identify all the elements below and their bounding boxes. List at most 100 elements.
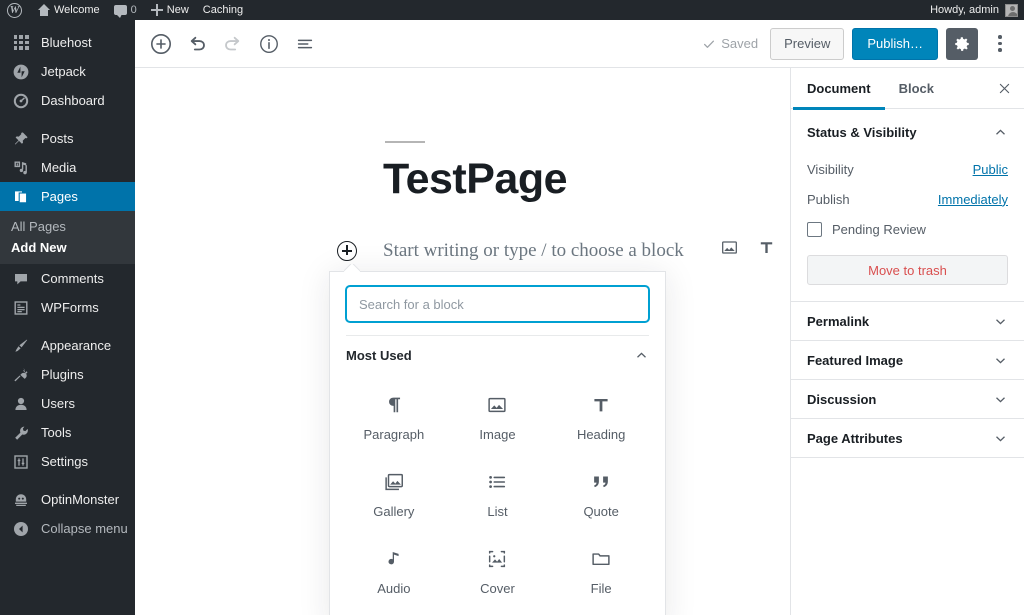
block-item-image[interactable]: Image (446, 379, 550, 454)
pending-review-checkbox[interactable] (807, 222, 822, 237)
sidebar-item-tools[interactable]: Tools (0, 418, 135, 447)
block-inserter-toggle[interactable] (337, 241, 357, 261)
sidebar-item-optinmonster[interactable]: OptinMonster (0, 485, 135, 514)
undo-button[interactable] (179, 26, 215, 62)
block-item-paragraph[interactable]: Paragraph (342, 379, 446, 454)
content-info-button[interactable] (251, 26, 287, 62)
paragraph-pilcrow-icon (383, 391, 405, 419)
sidebar-item-plugins[interactable]: Plugins (0, 360, 135, 389)
close-sidebar-button[interactable] (986, 70, 1022, 106)
block-item-cover[interactable]: Cover (446, 533, 550, 608)
kebab-dot (998, 41, 1002, 46)
sidebar-tabs: Document Block (791, 68, 1024, 110)
user-avatar-icon (1005, 3, 1018, 17)
block-item-file[interactable]: File (549, 533, 653, 608)
adminbar-item-new[interactable]: New (144, 0, 196, 20)
wordpress-logo-menu[interactable]: W (0, 0, 30, 20)
adminbar-account[interactable]: Howdy, admin (930, 3, 1024, 17)
search-input[interactable] (346, 286, 649, 322)
block-label-list: List (487, 504, 508, 519)
optinmonster-icon (11, 492, 31, 508)
block-item-heading[interactable]: Heading (549, 379, 653, 454)
panel-featured-image-label: Featured Image (807, 352, 904, 368)
inserter-section-header[interactable]: Most Used (346, 335, 649, 373)
block-inserter-popover: Most Used Paragraph Image (329, 271, 666, 615)
saved-label: Saved (721, 36, 759, 51)
sidebar-item-posts[interactable]: Posts (0, 124, 135, 153)
redo-button[interactable] (215, 26, 251, 62)
block-item-quote[interactable]: Quote (549, 456, 653, 531)
paintbrush-icon (11, 338, 31, 354)
collapse-arrow-icon (11, 521, 31, 537)
sidebar-label-comments: Comments (41, 271, 104, 286)
sidebar-item-jetpack[interactable]: Jetpack (0, 57, 135, 86)
sidebar-separator-2 (0, 322, 135, 331)
chevron-up-icon (634, 348, 649, 363)
panel-discussion[interactable]: Discussion (791, 380, 1024, 419)
title-rule (385, 141, 425, 143)
visibility-label: Visibility (807, 161, 854, 177)
sidebar-item-bluehost[interactable]: Bluehost (0, 28, 135, 57)
preview-button[interactable]: Preview (770, 27, 845, 60)
image-icon (486, 391, 508, 419)
panel-permalink[interactable]: Permalink (791, 302, 1024, 341)
sidebar-subitem-all-pages[interactable]: All Pages (0, 216, 135, 237)
tab-block[interactable]: Block (885, 68, 948, 109)
visibility-value-link[interactable]: Public (973, 162, 1008, 177)
block-navigation-button[interactable] (287, 26, 323, 62)
block-label-gallery: Gallery (373, 504, 415, 519)
dashboard-gauge-icon (11, 93, 31, 109)
sidebar-item-wpforms[interactable]: WPForms (0, 293, 135, 322)
gallery-icon (383, 468, 405, 496)
move-to-trash-button[interactable]: Move to trash (807, 255, 1008, 285)
sidebar-label-dashboard: Dashboard (41, 93, 105, 108)
sidebar-subitem-add-new[interactable]: Add New (0, 237, 135, 258)
block-placeholder-text[interactable]: Start writing or type / to choose a bloc… (383, 240, 684, 262)
sidebar-label-pages: Pages (41, 189, 78, 204)
quick-insert-icons (720, 238, 790, 262)
post-title[interactable]: TestPage (383, 155, 783, 203)
comment-bubble-icon (113, 5, 127, 18)
add-block-button[interactable] (143, 26, 179, 62)
more-options-button[interactable] (986, 28, 1014, 60)
block-item-list[interactable]: List (446, 456, 550, 531)
status-visibility-panel-header[interactable]: Status & Visibility (791, 109, 1024, 154)
panel-featured-image[interactable]: Featured Image (791, 341, 1024, 380)
heading-t-icon[interactable] (757, 238, 776, 262)
panel-page-attributes[interactable]: Page Attributes (791, 419, 1024, 458)
sidebar-item-media[interactable]: Media (0, 153, 135, 182)
sidebar-label-plugins: Plugins (41, 367, 84, 382)
media-music-icon (11, 160, 31, 176)
editor-toolbar-right: Saved Preview Publish… (702, 27, 1014, 60)
cover-image-icon (486, 545, 508, 573)
publish-date-value-link[interactable]: Immediately (938, 192, 1008, 207)
sidebar-item-comments[interactable]: Comments (0, 264, 135, 293)
adminbar-item-comments[interactable]: 0 (107, 0, 144, 20)
publish-date-label: Publish (807, 191, 850, 207)
block-item-gallery[interactable]: Gallery (342, 456, 446, 531)
block-item-audio[interactable]: Audio (342, 533, 446, 608)
publish-button[interactable]: Publish… (852, 27, 938, 60)
adminbar-item-welcome[interactable]: Welcome (30, 0, 107, 20)
sidebar-item-dashboard[interactable]: Dashboard (0, 86, 135, 115)
block-label-cover: Cover (480, 581, 515, 596)
chevron-down-icon (993, 431, 1008, 446)
chevron-down-icon (993, 392, 1008, 407)
chevron-down-icon (993, 353, 1008, 368)
block-label-heading: Heading (576, 427, 626, 442)
sidebar-item-appearance[interactable]: Appearance (0, 331, 135, 360)
wrench-icon (11, 425, 31, 441)
adminbar-item-caching[interactable]: Caching (196, 0, 250, 20)
pending-review-row[interactable]: Pending Review (791, 214, 1024, 241)
sidebar-label-wpforms: WPForms (41, 300, 99, 315)
sidebar-item-settings[interactable]: Settings (0, 447, 135, 476)
sidebar-item-pages[interactable]: Pages (0, 182, 143, 211)
settings-toggle-button[interactable] (946, 27, 978, 60)
tab-document[interactable]: Document (793, 68, 885, 110)
inserter-search-wrap (330, 272, 665, 335)
editor-toolbar: Saved Preview Publish… (135, 20, 1024, 68)
inserter-blocks-grid: Paragraph Image Heading Gallery List Quo… (330, 373, 665, 608)
image-icon[interactable] (720, 238, 739, 262)
sidebar-item-collapse-menu[interactable]: Collapse menu (0, 514, 135, 543)
sidebar-item-users[interactable]: Users (0, 389, 135, 418)
